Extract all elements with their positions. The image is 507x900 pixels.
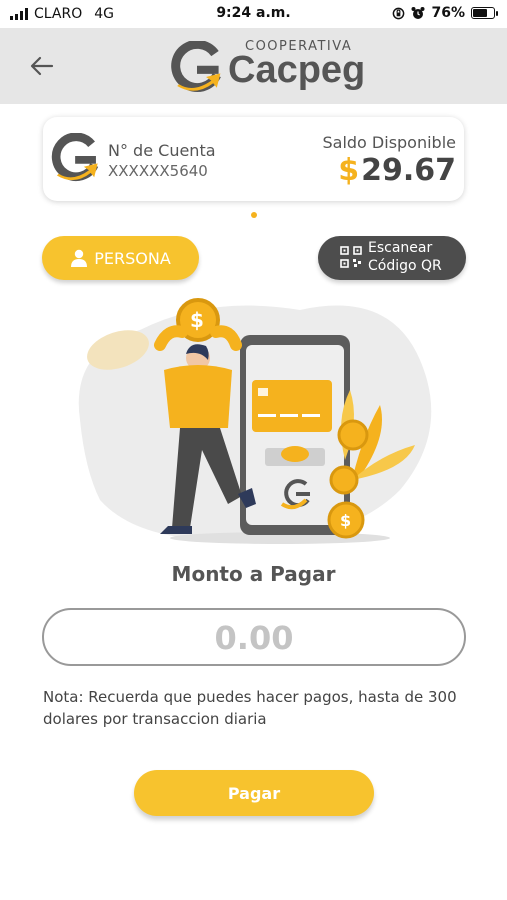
persona-button[interactable]: PERSONA: [42, 236, 199, 280]
alarm-icon: [411, 7, 425, 19]
account-number-value: XXXXXX5640: [108, 162, 208, 180]
pay-button[interactable]: Pagar: [134, 770, 374, 816]
status-bar: CLARO 4G 9:24 a.m. 76%: [0, 0, 507, 28]
scan-label-line2: Código QR: [368, 258, 442, 274]
account-card[interactable]: N° de Cuenta XXXXXX5640 Saldo Disponible…: [43, 117, 464, 201]
pay-button-label: Pagar: [227, 783, 281, 803]
balance-value: $29.67: [338, 153, 456, 188]
battery-percent: 76%: [431, 5, 465, 21]
back-arrow-icon[interactable]: [28, 52, 56, 80]
page-indicator-dot: [251, 212, 257, 218]
status-right: 76%: [392, 5, 498, 21]
amount-title: Monto a Pagar: [171, 562, 336, 586]
orientation-lock-icon: [393, 7, 405, 19]
amount-field[interactable]: [42, 608, 466, 666]
persona-button-label: PERSONA: [94, 248, 171, 268]
scan-label-line1: Escanear: [368, 240, 433, 256]
amount-input[interactable]: [64, 616, 444, 660]
balance-label: Saldo Disponible: [322, 133, 456, 152]
payment-note: Nota: Recuerda que puedes hacer pagos, h…: [43, 688, 457, 728]
svg-text:$: $: [340, 511, 351, 530]
balance-amount: 29.67: [361, 153, 456, 188]
battery-level: [473, 9, 488, 17]
battery-icon: [471, 7, 498, 19]
app-header: COOPERATIVA Cacpeg: [0, 28, 507, 104]
account-number-label: N° de Cuenta: [108, 141, 216, 160]
logo-title: Cacpeg: [228, 49, 366, 91]
cacpeg-logo-icon: [171, 41, 221, 92]
currency-symbol: $: [338, 153, 360, 188]
cacpeg-logo-icon: [51, 133, 99, 182]
scan-qr-button[interactable]: Escanear Código QR: [318, 236, 466, 280]
payment-illustration: $ $: [78, 298, 432, 544]
svg-text:$: $: [190, 308, 204, 332]
person-icon: [71, 249, 88, 267]
qr-code-icon: [340, 246, 362, 268]
